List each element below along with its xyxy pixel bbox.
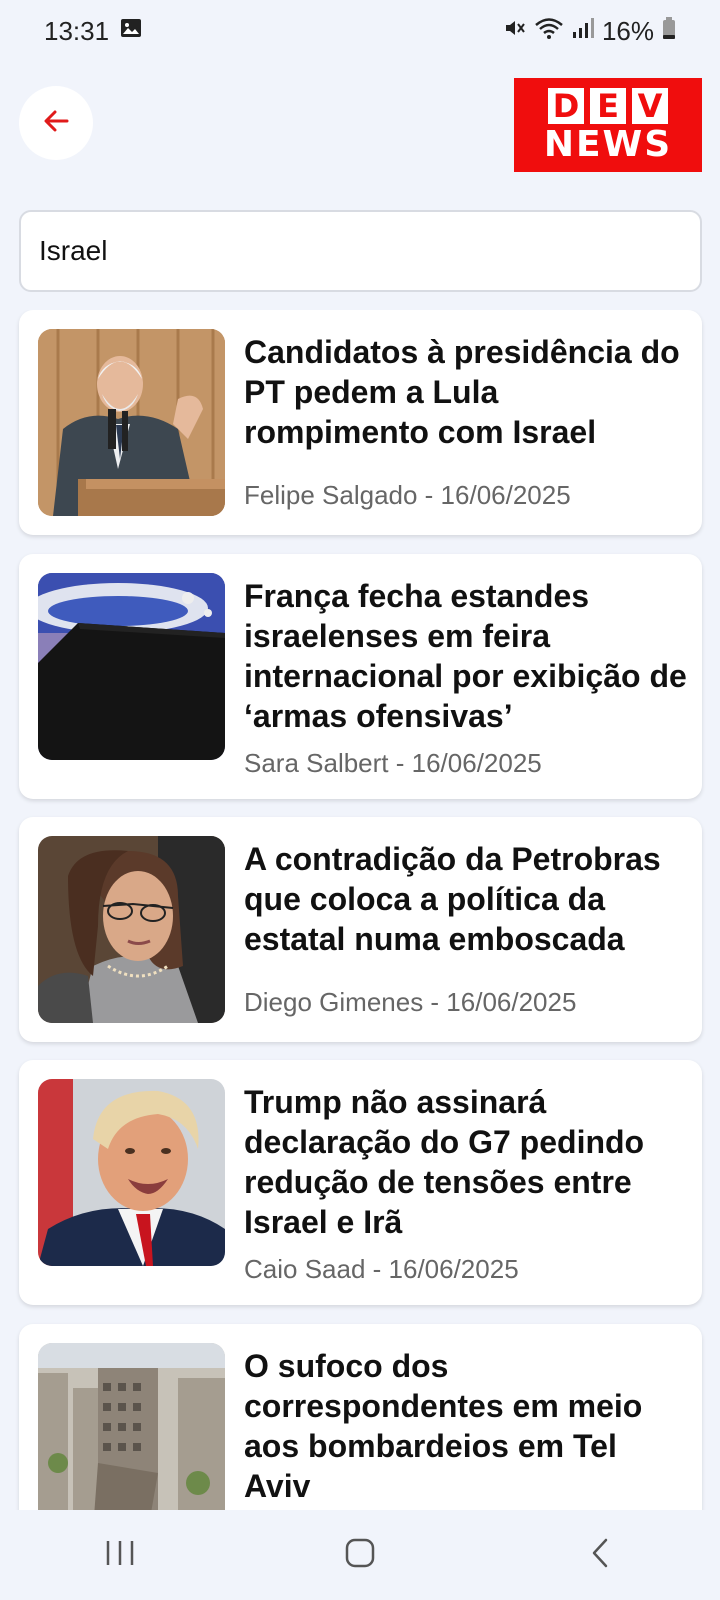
chevron-left-icon bbox=[588, 1537, 612, 1574]
news-meta: Felipe Salgado - 16/06/2025 bbox=[244, 480, 571, 510]
news-card[interactable]: A contradição da Petrobras que coloca a … bbox=[19, 817, 702, 1042]
home-button[interactable] bbox=[320, 1525, 400, 1585]
back-button[interactable] bbox=[19, 86, 93, 160]
app-header: D E V NEWS bbox=[0, 70, 720, 180]
arrow-left-icon bbox=[41, 106, 71, 141]
search-input-value: Israel bbox=[39, 235, 108, 266]
search-input[interactable]: Israel bbox=[19, 210, 702, 292]
wifi-icon bbox=[534, 16, 564, 47]
logo-letter-d: D bbox=[548, 87, 584, 124]
news-card[interactable]: O sufoco dos correspondentes em meio aos… bbox=[19, 1324, 702, 1510]
home-icon bbox=[344, 1537, 376, 1574]
logo-bottom-line: NEWS bbox=[543, 123, 673, 165]
mute-icon bbox=[502, 16, 526, 47]
back-nav-button[interactable] bbox=[560, 1525, 640, 1585]
news-title: O sufoco dos correspondentes em meio aos… bbox=[244, 1348, 643, 1504]
news-card[interactable]: Candidatos à presidência do PT pedem a L… bbox=[19, 310, 702, 535]
battery-percent: 16% bbox=[601, 15, 654, 46]
dev-news-logo: D E V NEWS bbox=[514, 78, 702, 172]
news-meta: Diego Gimenes - 16/06/2025 bbox=[244, 987, 577, 1017]
news-title: A contradição da Petrobras que coloca a … bbox=[244, 841, 661, 957]
news-card[interactable]: Trump não assinará declaração do G7 pedi… bbox=[19, 1060, 702, 1305]
news-thumbnail bbox=[38, 329, 225, 516]
news-card[interactable]: França fecha estandes israelenses em fei… bbox=[19, 554, 702, 799]
news-thumbnail bbox=[38, 573, 225, 760]
recent-apps-icon bbox=[104, 1538, 136, 1573]
status-bar: 13:31 16% bbox=[0, 0, 720, 62]
logo-letter-e: E bbox=[590, 87, 626, 124]
battery-icon bbox=[662, 16, 676, 47]
gallery-notification-icon bbox=[119, 16, 143, 47]
logo-top-line: D E V bbox=[548, 87, 668, 124]
signal-icon bbox=[572, 16, 594, 47]
news-title: França fecha estandes israelenses em fei… bbox=[244, 578, 687, 734]
system-nav-bar bbox=[0, 1510, 720, 1600]
news-title: Trump não assinará declaração do G7 pedi… bbox=[244, 1084, 645, 1240]
news-feed[interactable]: Candidatos à presidência do PT pedem a L… bbox=[0, 310, 720, 1510]
news-title: Candidatos à presidência do PT pedem a L… bbox=[244, 334, 680, 450]
news-meta: Sara Salbert - 16/06/2025 bbox=[244, 748, 542, 778]
news-thumbnail bbox=[38, 1079, 225, 1266]
news-thumbnail bbox=[38, 836, 225, 1023]
status-time: 13:31 bbox=[44, 15, 110, 46]
status-left: 13:31 bbox=[44, 16, 143, 47]
status-right: 16% bbox=[502, 16, 676, 47]
logo-letter-v: V bbox=[632, 87, 668, 124]
news-thumbnail bbox=[38, 1343, 225, 1510]
news-meta: Caio Saad - 16/06/2025 bbox=[244, 1254, 519, 1284]
recent-apps-button[interactable] bbox=[80, 1525, 160, 1585]
